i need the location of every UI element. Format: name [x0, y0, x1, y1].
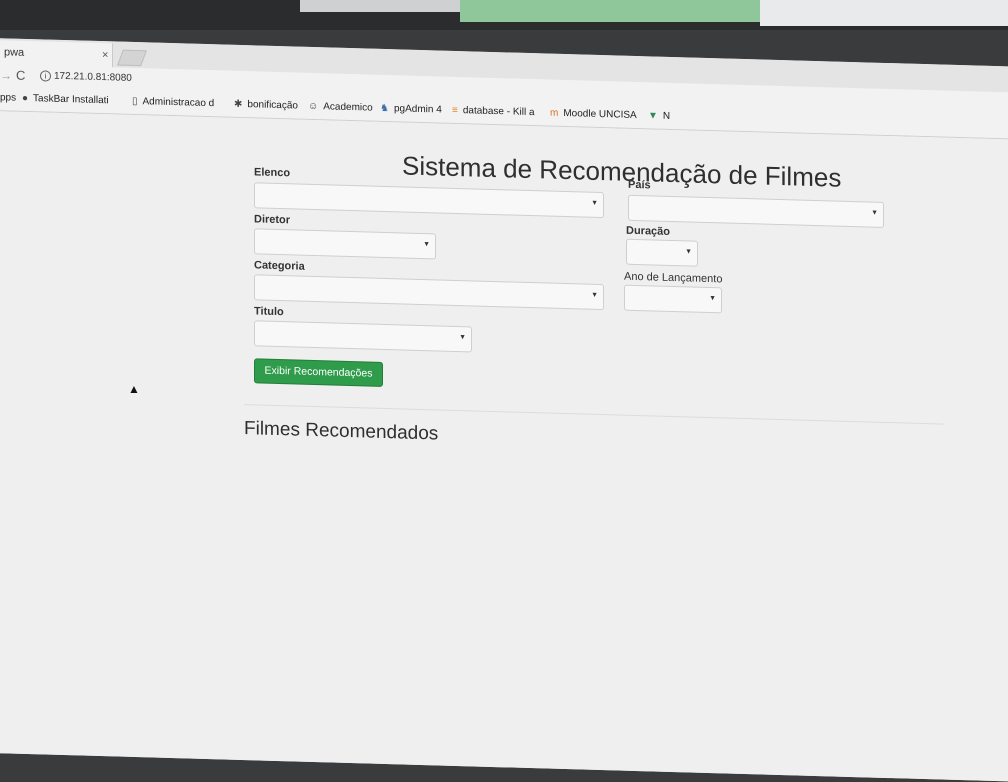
bookmark-apps[interactable]: pps [0, 92, 16, 103]
reload-icon[interactable]: C [16, 68, 25, 83]
mouse-cursor-icon: ▲ [128, 382, 140, 396]
select-categoria[interactable]: ▼ [254, 274, 604, 311]
show-recommendations-button[interactable]: Exibir Recomendações [254, 358, 383, 387]
address-bar[interactable]: 172.21.0.81:8080 [54, 71, 132, 84]
chevron-down-icon: ▼ [685, 248, 692, 256]
stackoverflow-icon: ≡ [452, 104, 458, 117]
background-window-white [760, 0, 1008, 26]
bookmark-academico[interactable]: ☺ Academico [308, 101, 373, 114]
tab-pwa[interactable]: pwa × [0, 40, 113, 68]
bookmark-label: pps [0, 92, 17, 104]
vue-icon: ▼ [648, 110, 658, 122]
bookmark-label: N [662, 110, 671, 122]
bookmark-label: bonificação [247, 99, 298, 112]
page-content: Sistema de Recomendação de Filmes Elenco… [0, 111, 1008, 782]
chevron-down-icon: ▼ [423, 241, 430, 249]
label-categoria: Categoria [254, 259, 305, 273]
label-pais: País [628, 178, 651, 192]
moodle-icon: m [550, 107, 559, 119]
bookmark-label: Academico [323, 101, 373, 114]
chevron-down-icon: ▼ [709, 295, 716, 303]
tab-title: pwa [4, 46, 25, 59]
select-diretor[interactable]: ▼ [254, 228, 436, 260]
info-icon[interactable]: i [40, 70, 51, 82]
bug-icon: ✱ [234, 98, 243, 110]
github-icon: ● [22, 92, 29, 105]
new-tab-button[interactable] [117, 49, 147, 67]
back-icon[interactable]: → [0, 68, 12, 82]
tab-close-icon[interactable]: × [102, 49, 108, 61]
select-titulo[interactable]: ▼ [254, 320, 472, 353]
bookmark-bonificacao[interactable]: ✱ bonificação [234, 99, 298, 112]
user-icon: ☺ [308, 100, 319, 113]
select-duracao[interactable]: ▼ [626, 238, 698, 267]
bookmark-taskbar[interactable]: ● TaskBar Installati [22, 93, 109, 106]
background-window-green [460, 0, 760, 22]
elephant-icon: ♞ [380, 102, 389, 115]
select-ano[interactable]: ▼ [624, 284, 722, 314]
page-icon: ▯ [132, 95, 138, 108]
label-titulo: Titulo [254, 305, 284, 319]
chevron-down-icon: ▼ [591, 199, 598, 207]
chevron-down-icon: ▼ [459, 334, 466, 342]
bookmark-database[interactable]: ≡ database - Kill a [452, 105, 535, 118]
background-object [300, 0, 460, 12]
browser-window: pwa × → C i 172.21.0.81:8080 pps ● TaskBa… [0, 38, 1008, 782]
label-duracao: Duração [626, 224, 671, 238]
page-title: Sistema de Recomendação de Filmes [402, 150, 842, 193]
bookmark-pgadmin[interactable]: ♞ pgAdmin 4 [380, 103, 442, 116]
bookmark-vue[interactable]: ▼ N [648, 110, 670, 122]
label-diretor: Diretor [254, 213, 291, 227]
chevron-down-icon: ▼ [591, 291, 598, 299]
bookmark-label: Administracao d [142, 96, 215, 110]
select-pais[interactable]: ▼ [628, 194, 884, 228]
label-elenco: Elenco [254, 166, 291, 180]
label-ano: Ano de Lançamento [624, 270, 723, 286]
bookmark-label: database - Kill a [462, 105, 535, 119]
bookmark-administracao[interactable]: ▯ Administracao d [132, 96, 214, 109]
bookmark-label: pgAdmin 4 [393, 103, 442, 116]
chevron-down-icon: ▼ [871, 209, 878, 217]
bookmark-moodle[interactable]: m Moodle UNCISA [550, 108, 637, 121]
results-heading: Filmes Recomendados [244, 418, 439, 445]
bookmark-label: Moodle UNCISA [563, 107, 637, 122]
select-elenco[interactable]: ▼ [254, 182, 604, 219]
bookmark-label: TaskBar Installati [33, 93, 109, 107]
